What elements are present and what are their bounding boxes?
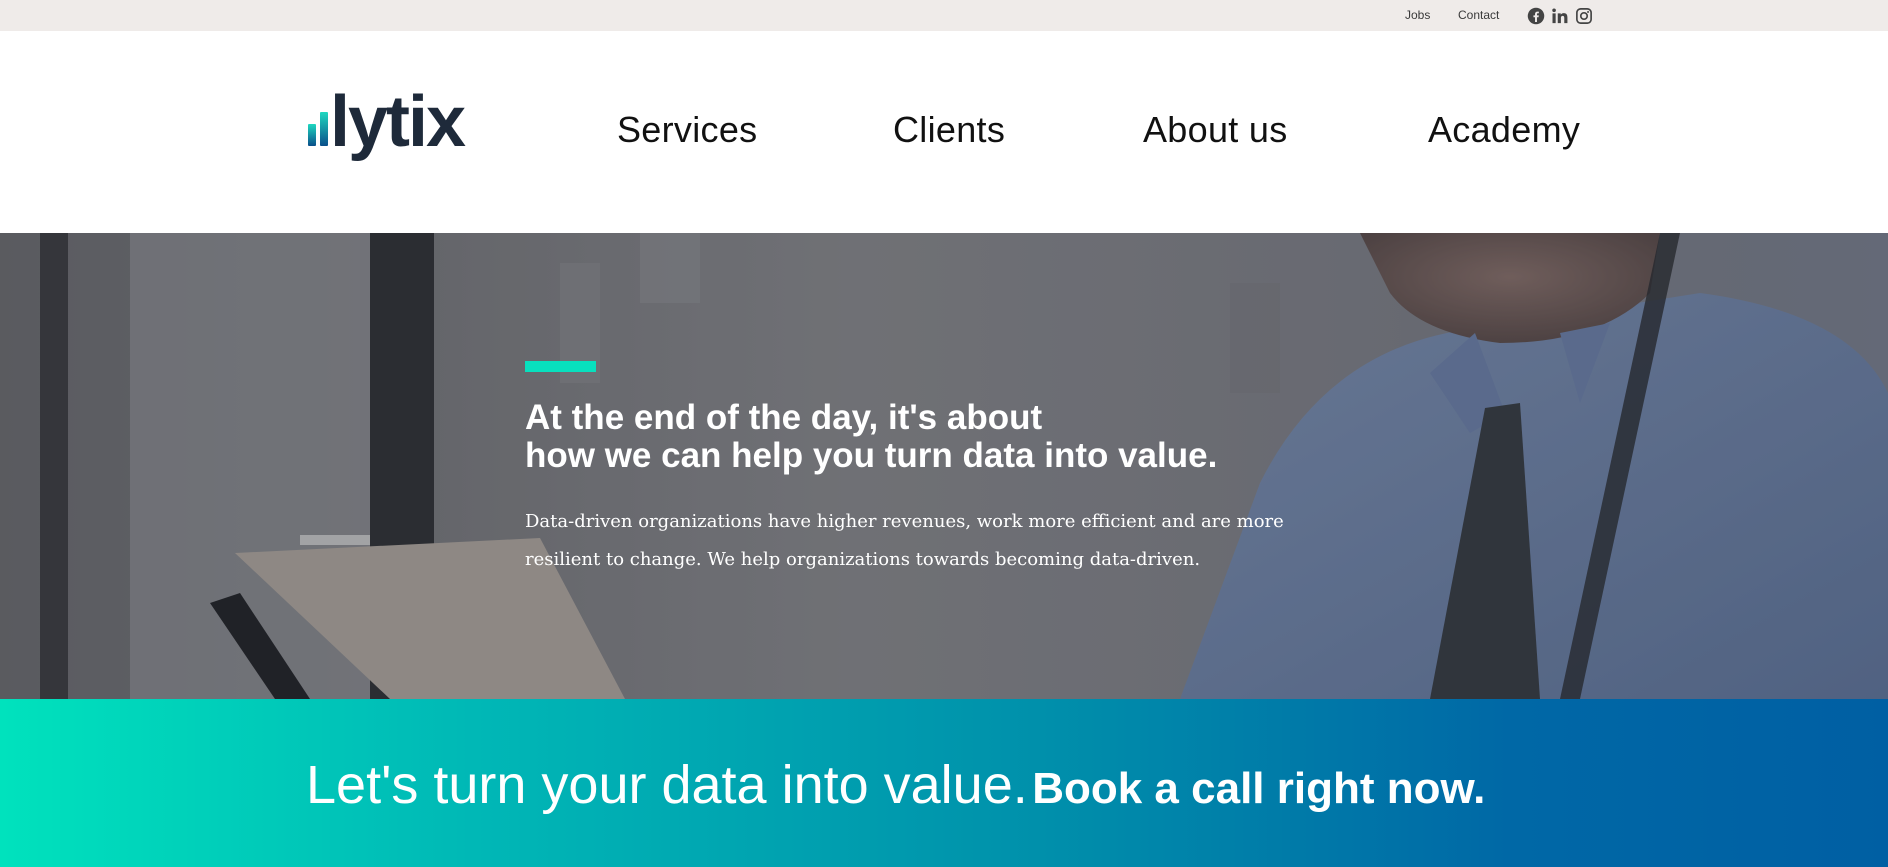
nav-academy[interactable]: Academy [1428,109,1580,151]
linkedin-icon[interactable] [1551,7,1569,25]
hero-section: At the end of the day, it's about how we… [0,233,1888,699]
utility-bar: Jobs Contact [0,0,1888,31]
main-header: lytix Services Clients About us Academy [0,31,1888,233]
facebook-icon[interactable] [1527,7,1545,25]
lytix-logo[interactable]: lytix [306,91,506,171]
jobs-link[interactable]: Jobs [1405,8,1430,22]
book-call-banner[interactable]: Let's turn your data into value. Book a … [0,699,1888,867]
hero-body-text: Data-driven organizations have higher re… [525,511,1284,570]
cta-light-text: Let's turn your data into value. [306,755,1028,815]
headline-accent-bar [525,361,596,372]
nav-about-us[interactable]: About us [1143,109,1288,151]
logo-wordmark: lytix [330,91,466,162]
instagram-icon[interactable] [1575,7,1593,25]
book-call-link[interactable]: Book a call right now. [1032,764,1485,813]
hero-headline: At the end of the day, it's about how we… [525,399,1217,475]
nav-clients[interactable]: Clients [893,109,1005,151]
hero-headline-line1: At the end of the day, it's about [525,398,1043,437]
contact-link[interactable]: Contact [1458,8,1499,22]
cta-text: Let's turn your data into value. Book a … [306,754,1485,816]
nav-services[interactable]: Services [617,109,757,151]
hero-headline-line2: how we can help you turn data into value… [525,436,1218,475]
